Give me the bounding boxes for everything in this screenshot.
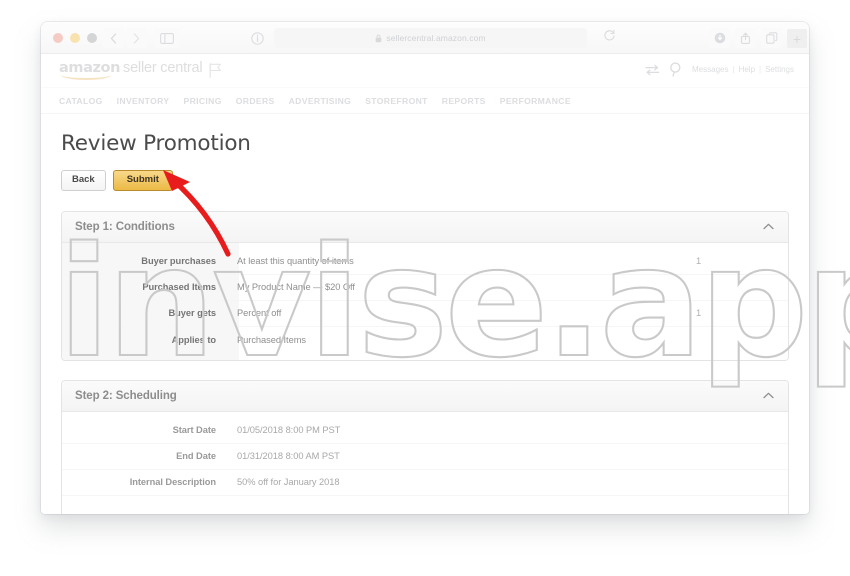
row-value: 50% off for January 2018 (237, 477, 340, 487)
show-tabs-icon[interactable] (761, 28, 782, 48)
browser-toolbar-right (709, 28, 782, 48)
main-navigation: CATALOG INVENTORY PRICING ORDERS ADVERTI… (41, 88, 809, 114)
row-value: 01/05/2018 8:00 PM PST (237, 425, 341, 435)
page-title: Review Promotion (61, 131, 251, 156)
address-bar[interactable]: sellercentral.amazon.com (274, 28, 587, 48)
panel-header-step-1[interactable]: Step 1: Conditions (62, 211, 788, 243)
row-label: Purchased Items (142, 282, 216, 292)
url-text: sellercentral.amazon.com (386, 33, 486, 43)
close-button[interactable] (53, 33, 63, 43)
header-links: Messages | Help | Settings (692, 65, 794, 74)
row-quantity: 1 (696, 308, 702, 318)
row-value: At least this quantity of items (237, 256, 354, 266)
panel-step-2-scheduling: Step 2: Scheduling Start Date 01/05/2018… (61, 379, 789, 515)
link-separator-2: | (759, 65, 762, 74)
table-row (62, 496, 788, 515)
nav-item-reports[interactable]: REPORTS (442, 96, 486, 106)
row-label: End Date (176, 451, 216, 461)
action-buttons: Back Submit (61, 170, 789, 191)
page-info-icon[interactable] (246, 28, 268, 48)
nav-item-inventory[interactable]: INVENTORY (117, 96, 170, 106)
table-row: Start Date 01/05/2018 8:00 PM PST (62, 418, 788, 444)
amazon-wordmark: amazon (59, 60, 121, 80)
nav-item-catalog[interactable]: CATALOG (59, 96, 103, 106)
row-value: Purchased Items (237, 334, 307, 345)
page-content: Review Promotion Back Submit Step 1: Con… (41, 131, 809, 514)
lock-icon (375, 34, 382, 43)
seller-central-wordmark: seller central (123, 60, 203, 76)
row-value: 01/31/2018 8:00 AM PST (237, 451, 340, 461)
nav-item-storefront[interactable]: STOREFRONT (365, 96, 428, 106)
row-label: Internal Description (129, 477, 216, 487)
new-tab-button[interactable]: + (787, 29, 807, 48)
help-link[interactable]: Help (739, 65, 755, 74)
panel-header-step-2[interactable]: Step 2: Scheduling (62, 380, 788, 412)
panel-body-step-1: Buyer purchases At least this quantity o… (62, 242, 788, 360)
table-row: Applies to Purchased Items (62, 327, 788, 353)
table-row: Buyer purchases At least this quantity o… (62, 249, 788, 275)
table-row: Purchased Items My Product Name — $20 Of… (62, 275, 788, 301)
back-button[interactable]: Back (61, 170, 106, 191)
table-row: Internal Description 50% off for January… (62, 470, 788, 496)
minimize-button[interactable] (70, 33, 80, 43)
row-label: Applies to (171, 334, 216, 345)
switch-accounts-icon[interactable] (645, 64, 660, 76)
panel-step-1-conditions: Step 1: Conditions Buyer purchases At le… (61, 210, 789, 361)
nav-item-orders[interactable]: ORDERS (236, 96, 275, 106)
chevron-up-icon[interactable] (763, 392, 774, 399)
messages-link[interactable]: Messages (692, 65, 728, 74)
row-value: Percent off (237, 308, 282, 318)
settings-link[interactable]: Settings (765, 65, 794, 74)
panel-title-step-1: Step 1: Conditions (75, 220, 175, 233)
nav-item-pricing[interactable]: PRICING (183, 96, 221, 106)
reload-icon[interactable] (603, 29, 616, 42)
row-value: My Product Name — $20 Off (237, 282, 355, 292)
site-header-right: Messages | Help | Settings (645, 62, 794, 77)
table-row: Buyer gets Percent off 1 (62, 301, 788, 327)
screenshot-stage: sellercentral.amazon.com + amazon seller… (0, 0, 850, 576)
site-header: amazon seller central Messages | Help | … (41, 54, 809, 88)
panel-body-step-2: Start Date 01/05/2018 8:00 PM PST End Da… (62, 412, 788, 515)
share-icon[interactable] (735, 28, 756, 48)
amazon-seller-central-logo[interactable]: amazon seller central (59, 60, 203, 80)
table-row: End Date 01/31/2018 8:00 AM PST (62, 444, 788, 470)
window-traffic-lights (53, 33, 97, 43)
zoom-button[interactable] (87, 33, 97, 43)
browser-window: sellercentral.amazon.com + amazon seller… (41, 22, 809, 514)
download-icon[interactable] (709, 28, 730, 48)
row-label: Buyer purchases (141, 256, 216, 266)
browser-toolbar: sellercentral.amazon.com + (41, 22, 809, 54)
search-icon[interactable] (669, 62, 683, 77)
seller-central-page: amazon seller central Messages | Help | … (41, 54, 809, 514)
row-label: Buyer gets (168, 308, 216, 318)
panel-title-step-2: Step 2: Scheduling (75, 389, 177, 402)
row-label: Start Date (172, 425, 216, 435)
link-separator-1: | (732, 65, 735, 74)
row-quantity: 1 (696, 256, 702, 266)
nav-item-advertising[interactable]: ADVERTISING (289, 96, 352, 106)
forward-icon[interactable] (126, 28, 147, 48)
flag-icon[interactable] (209, 63, 222, 83)
browser-nav-arrows (103, 28, 147, 48)
back-icon[interactable] (103, 28, 124, 48)
nav-item-performance[interactable]: PERFORMANCE (500, 96, 571, 106)
chevron-up-icon[interactable] (763, 223, 774, 230)
sidebar-toggle-icon[interactable] (154, 28, 180, 48)
submit-button[interactable]: Submit (112, 170, 173, 191)
